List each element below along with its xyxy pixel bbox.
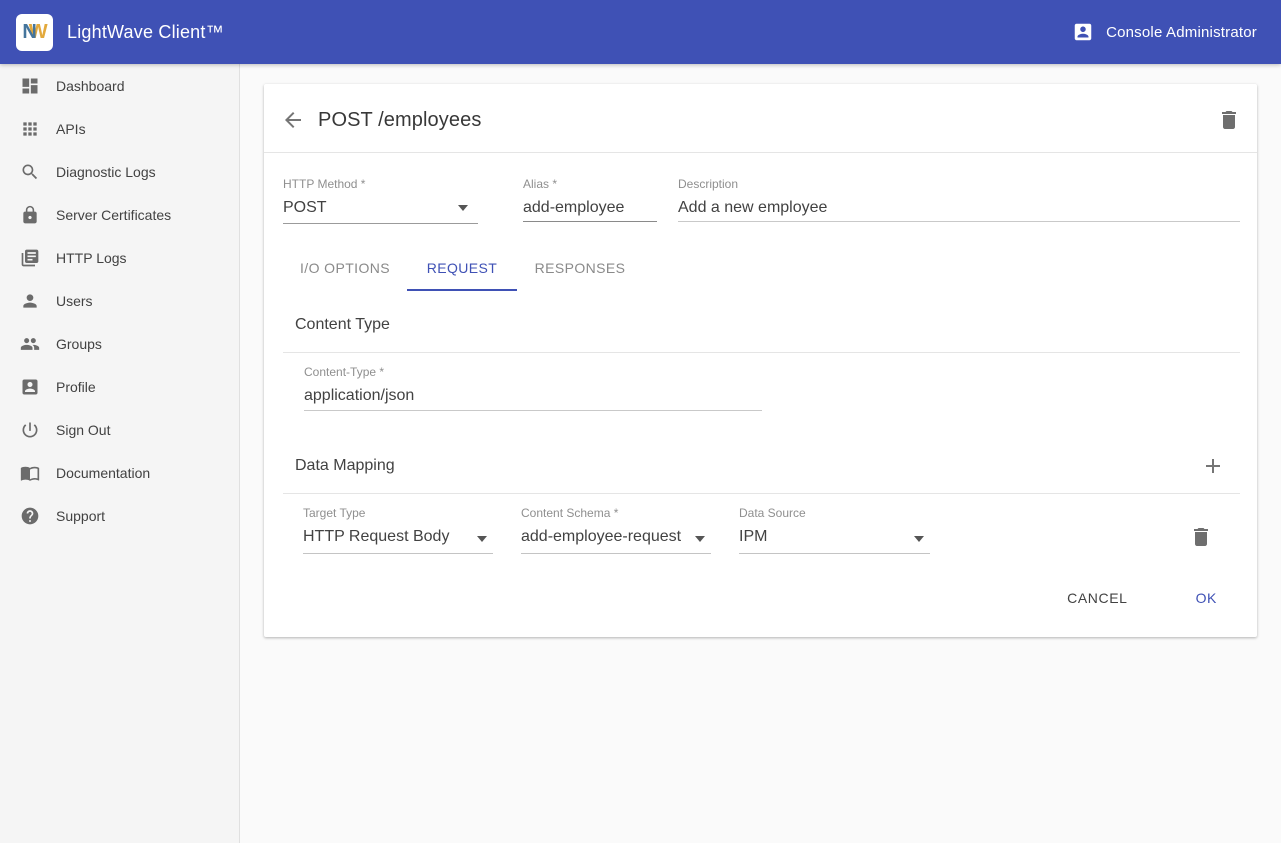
- app-logo: N W: [16, 14, 53, 51]
- sidebar: Dashboard APIs Diagnostic Logs Server Ce…: [0, 64, 240, 843]
- app-header: N W LightWave Client™ Console Administra…: [0, 0, 1281, 64]
- account-box-icon: [1072, 21, 1094, 43]
- data-source-label: Data Source: [739, 506, 930, 520]
- form-actions: CANCEL OK: [1051, 582, 1233, 614]
- content-type-field[interactable]: Content-Type * application/json: [304, 365, 762, 411]
- dropdown-arrow-icon: [458, 205, 468, 211]
- content-type-label: Content-Type *: [304, 365, 762, 379]
- trash-icon: [1217, 120, 1241, 135]
- field-underline: [303, 553, 493, 554]
- trash-icon: [1189, 537, 1213, 552]
- person-icon: [20, 291, 40, 311]
- library-books-icon: [20, 248, 40, 268]
- sidebar-item-label: Diagnostic Logs: [56, 164, 156, 180]
- alias-field[interactable]: Alias * add-employee: [523, 177, 657, 222]
- tab-io-options[interactable]: I/O OPTIONS: [283, 245, 407, 291]
- field-underline: [304, 410, 762, 411]
- sidebar-item-label: APIs: [56, 121, 86, 137]
- section-divider: [283, 493, 1240, 494]
- target-type-label: Target Type: [303, 506, 493, 520]
- back-arrow-icon: [281, 120, 305, 135]
- content-type-section-heading: Content Type: [295, 316, 390, 334]
- page-title: POST /employees: [318, 109, 481, 132]
- alias-label: Alias *: [523, 177, 657, 191]
- sidebar-item-server-certificates[interactable]: Server Certificates: [0, 193, 239, 236]
- dashboard-icon: [20, 76, 40, 96]
- data-mapping-section-heading: Data Mapping: [295, 457, 395, 475]
- sidebar-item-label: HTTP Logs: [56, 250, 127, 266]
- data-source-select[interactable]: Data Source IPM: [739, 506, 930, 554]
- sidebar-item-users[interactable]: Users: [0, 279, 239, 322]
- sidebar-item-label: Users: [56, 293, 93, 309]
- sidebar-item-profile[interactable]: Profile: [0, 365, 239, 408]
- description-field[interactable]: Description Add a new employee: [678, 177, 1240, 222]
- sidebar-item-label: Groups: [56, 336, 102, 352]
- field-underline: [283, 223, 478, 224]
- section-divider: [283, 352, 1240, 353]
- http-method-label: HTTP Method *: [283, 177, 478, 191]
- cancel-button[interactable]: CANCEL: [1051, 582, 1143, 614]
- people-icon: [20, 334, 40, 354]
- app-title: LightWave Client™: [67, 22, 224, 43]
- sidebar-item-label: Server Certificates: [56, 207, 171, 223]
- http-method-select[interactable]: HTTP Method * POST: [283, 177, 478, 224]
- description-value: Add a new employee: [678, 199, 1240, 217]
- sidebar-item-groups[interactable]: Groups: [0, 322, 239, 365]
- plus-icon: [1201, 466, 1225, 481]
- sidebar-item-dashboard[interactable]: Dashboard: [0, 64, 239, 107]
- delete-mapping-button[interactable]: [1189, 525, 1213, 549]
- sidebar-item-support[interactable]: Support: [0, 494, 239, 537]
- open-book-icon: [20, 463, 40, 483]
- user-menu[interactable]: Console Administrator: [1072, 21, 1257, 43]
- sidebar-item-label: Dashboard: [56, 78, 125, 94]
- sidebar-item-apis[interactable]: APIs: [0, 107, 239, 150]
- target-type-value: HTTP Request Body: [303, 528, 493, 546]
- apps-grid-icon: [20, 119, 40, 139]
- account-box-icon: [20, 377, 40, 397]
- content-type-value: application/json: [304, 387, 762, 405]
- alias-value: add-employee: [523, 199, 657, 217]
- sidebar-item-http-logs[interactable]: HTTP Logs: [0, 236, 239, 279]
- content-schema-label: Content Schema *: [521, 506, 711, 520]
- tab-responses[interactable]: RESPONSES: [517, 245, 643, 291]
- sidebar-item-documentation[interactable]: Documentation: [0, 451, 239, 494]
- data-source-value: IPM: [739, 528, 930, 546]
- field-underline: [523, 221, 657, 222]
- logo-letter-n: N: [22, 21, 35, 44]
- ok-button[interactable]: OK: [1180, 582, 1233, 614]
- user-label: Console Administrator: [1106, 24, 1257, 41]
- back-button[interactable]: [281, 108, 305, 132]
- dropdown-arrow-icon: [914, 536, 924, 542]
- target-type-select[interactable]: Target Type HTTP Request Body: [303, 506, 493, 554]
- sidebar-item-label: Profile: [56, 379, 96, 395]
- power-icon: [20, 420, 40, 440]
- search-icon: [20, 162, 40, 182]
- field-underline: [678, 221, 1240, 222]
- main-content: POST /employees HTTP Method * POST Alias…: [240, 64, 1281, 843]
- card-header-divider: [264, 152, 1257, 153]
- help-circle-icon: [20, 506, 40, 526]
- tab-bar: I/O OPTIONS REQUEST RESPONSES: [283, 245, 643, 291]
- dropdown-arrow-icon: [477, 536, 487, 542]
- sidebar-item-sign-out[interactable]: Sign Out: [0, 408, 239, 451]
- tab-request[interactable]: REQUEST: [407, 245, 517, 291]
- field-underline: [521, 553, 711, 554]
- content-schema-value: add-employee-request: [521, 528, 711, 546]
- content-schema-select[interactable]: Content Schema * add-employee-request: [521, 506, 711, 554]
- sidebar-item-label: Documentation: [56, 465, 150, 481]
- dropdown-arrow-icon: [695, 536, 705, 542]
- lock-icon: [20, 205, 40, 225]
- sidebar-item-diagnostic-logs[interactable]: Diagnostic Logs: [0, 150, 239, 193]
- sidebar-item-label: Sign Out: [56, 422, 110, 438]
- delete-endpoint-button[interactable]: [1217, 108, 1241, 132]
- endpoint-card: POST /employees HTTP Method * POST Alias…: [264, 84, 1257, 637]
- field-underline: [739, 553, 930, 554]
- description-label: Description: [678, 177, 1240, 191]
- sidebar-item-label: Support: [56, 508, 105, 524]
- http-method-value: POST: [283, 199, 478, 217]
- add-mapping-button[interactable]: [1201, 454, 1225, 478]
